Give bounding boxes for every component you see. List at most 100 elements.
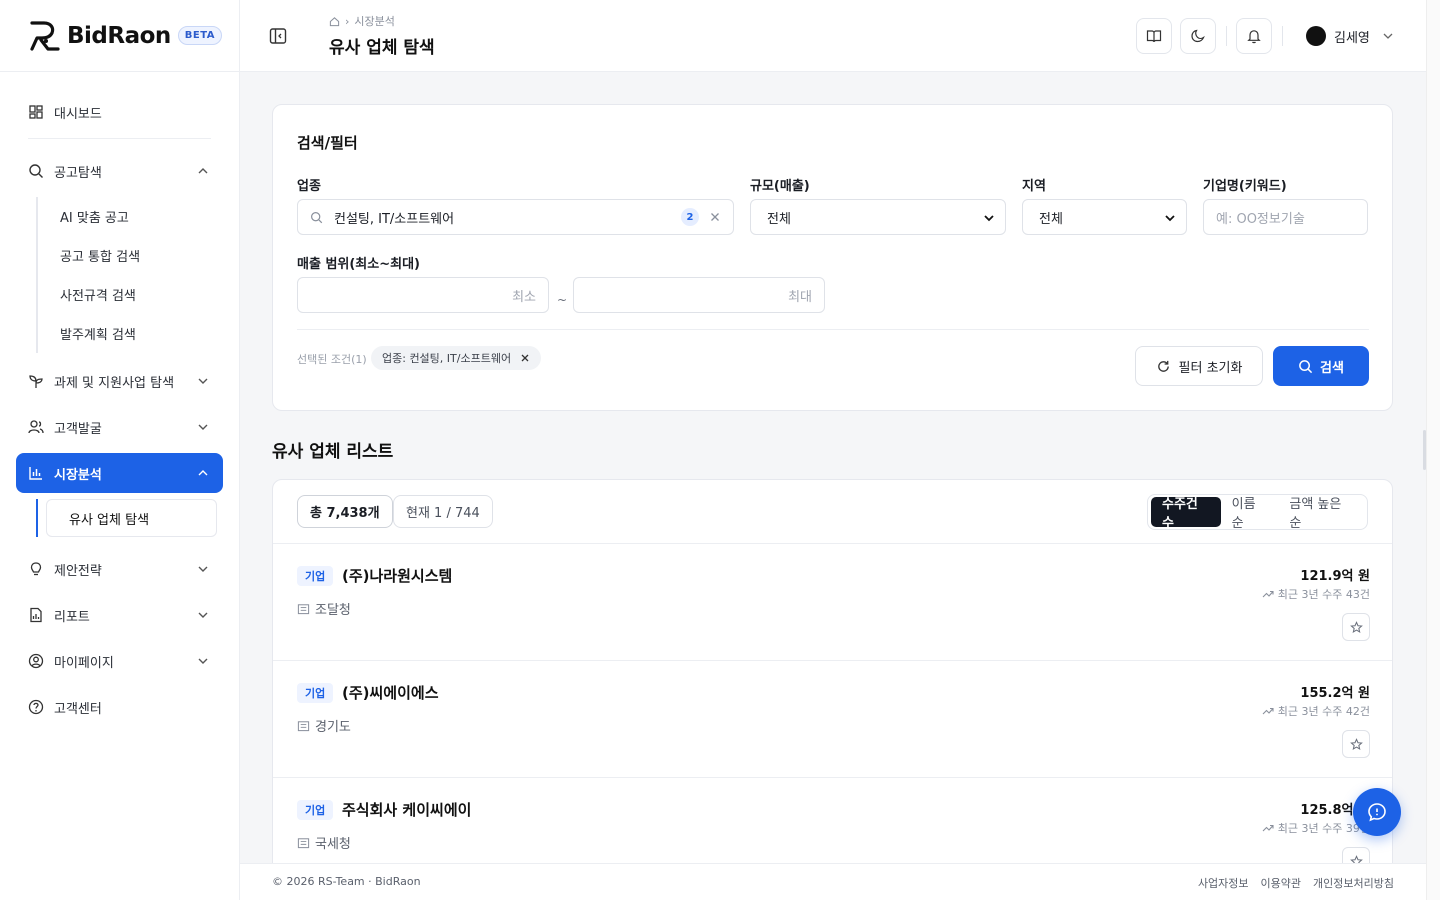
region-select[interactable]: 전체 <box>1022 199 1187 235</box>
agency-name: 조달청 <box>315 603 351 618</box>
agency-name: 국세청 <box>315 837 351 852</box>
company-amount: 155.2억 원 <box>1300 686 1370 701</box>
home-icon[interactable] <box>329 16 340 27</box>
max-revenue-input[interactable]: 최대 <box>573 277 825 313</box>
list-item[interactable]: 기업 (주)씨에이에스 경기도 155.2억 원 최근 3년 수주 42건 <box>273 661 1392 778</box>
region-value: 전체 <box>1039 211 1063 227</box>
sidebar-item-mypage[interactable]: 마이페이지 <box>0 641 239 681</box>
chevron-down-icon <box>198 566 208 572</box>
sidebar-toggle-icon[interactable] <box>268 26 288 46</box>
industry-count-badge: 2 <box>681 208 699 226</box>
chevron-down-icon <box>1165 215 1175 222</box>
scale-select[interactable]: 전체 <box>750 199 1006 235</box>
sidebar-item-proposal-strategy[interactable]: 제안전략 <box>0 549 239 589</box>
submenu-market-analysis: 유사 업체 탐색 <box>36 499 217 537</box>
close-icon[interactable] <box>520 353 530 363</box>
company-name[interactable]: (주)씨에이에스 <box>342 682 439 703</box>
sidebar-item-customers[interactable]: 고객발굴 <box>0 407 239 447</box>
user-menu[interactable]: 김세영 <box>1306 26 1394 46</box>
industry-value: 컨설팅, IT/소프트웨어 <box>334 211 455 227</box>
scrollbar-thumb[interactable] <box>1423 430 1426 470</box>
sidebar-item-label: 리포트 <box>54 609 90 625</box>
clear-icon[interactable] <box>709 211 721 223</box>
footer: © 2026 RS-Team · BidRaon 사업자정보 이용약관 개인정보… <box>240 863 1426 900</box>
region-label: 지역 <box>1022 179 1046 194</box>
sidebar-item-label: 고객센터 <box>54 701 102 717</box>
sort-by-orders[interactable]: 수주건수 <box>1151 497 1221 531</box>
sidebar-item-notice-search[interactable]: 공고탐색 <box>0 151 239 191</box>
favorite-button[interactable] <box>1342 613 1370 641</box>
notifications-button[interactable] <box>1236 18 1272 54</box>
sidebar-item-support[interactable]: 고객센터 <box>0 687 239 727</box>
company-type-tag: 기업 <box>297 800 334 820</box>
users-icon <box>28 420 44 434</box>
agency-name: 경기도 <box>315 720 351 735</box>
sidebar-item-label: 마이페이지 <box>54 655 114 671</box>
breadcrumb-item[interactable]: 시장분석 <box>354 13 394 29</box>
reset-label: 필터 초기화 <box>1178 360 1243 376</box>
sidebar-item-label: 공고탐색 <box>54 165 102 181</box>
recent-orders: 최근 3년 수주 43건 <box>1262 586 1370 602</box>
logo[interactable]: BidRaon BETA <box>0 0 239 72</box>
sidebar-subitem-pre-spec-search[interactable]: 사전규격 검색 <box>38 275 239 314</box>
sort-by-amount[interactable]: 금액 높은순 <box>1278 497 1364 531</box>
guide-button[interactable] <box>1136 18 1172 54</box>
sidebar-subitem-similar-companies[interactable]: 유사 업체 탐색 <box>46 499 217 537</box>
user-name: 김세영 <box>1334 30 1370 46</box>
sort-toggle: 수주건수 이름순 금액 높은순 <box>1147 494 1368 531</box>
sidebar-subitem-order-plan-search[interactable]: 발주계획 검색 <box>38 314 239 353</box>
favorite-button[interactable] <box>1342 730 1370 758</box>
company-name[interactable]: (주)나라원시스템 <box>342 565 452 586</box>
star-icon <box>1349 620 1363 633</box>
sidebar-item-market-analysis[interactable]: 시장분석 <box>16 453 223 493</box>
min-revenue-input[interactable]: 최소 <box>297 277 549 313</box>
sidebar-item-reports[interactable]: 리포트 <box>0 595 239 635</box>
sidebar-nav: 대시보드 공고탐색 AI 맞춤 공고 공고 통합 검색 사전규격 검색 발주계획… <box>0 72 239 727</box>
chat-button[interactable] <box>1353 788 1401 836</box>
range-label: 매출 범위(최소~최대) <box>297 257 420 272</box>
bar-chart-icon <box>29 467 42 480</box>
sprout-icon <box>29 375 43 388</box>
industry-field[interactable]: 컨설팅, IT/소프트웨어 2 <box>297 199 734 235</box>
brand-name: BidRaon <box>67 22 171 49</box>
min-placeholder: 최소 <box>512 289 536 305</box>
range-separator: ~ <box>557 293 568 307</box>
help-circle-icon <box>28 699 44 715</box>
page-title: 유사 업체 탐색 <box>329 38 435 58</box>
sidebar-item-projects[interactable]: 과제 및 지원사업 탐색 <box>0 361 239 401</box>
recent-orders: 최근 3년 수주 39건 <box>1262 820 1370 836</box>
sidebar-item-dashboard[interactable]: 대시보드 <box>0 92 239 132</box>
footer-links: 사업자정보 이용약관 개인정보처리방침 <box>1198 875 1394 891</box>
building-icon <box>297 838 310 849</box>
header-separator <box>1282 26 1283 46</box>
search-button[interactable]: 검색 <box>1273 346 1369 386</box>
selected-conditions-label: 선택된 조건(1) <box>297 353 367 366</box>
sidebar-subitem-ai-notice[interactable]: AI 맞춤 공고 <box>38 197 239 236</box>
theme-toggle-button[interactable] <box>1180 18 1216 54</box>
list-item[interactable]: 기업 (주)나라원시스템 조달청 121.9억 원 최근 3년 수주 43건 <box>273 544 1392 661</box>
footer-link-business-info[interactable]: 사업자정보 <box>1198 875 1249 891</box>
bidraon-logo-icon <box>30 20 60 51</box>
chat-bubble-icon <box>1368 803 1386 822</box>
footer-link-privacy[interactable]: 개인정보처리방침 <box>1313 875 1394 891</box>
condition-chip[interactable]: 업종: 컨설팅, IT/소프트웨어 <box>371 346 542 370</box>
company-name[interactable]: 주식회사 케이씨에이 <box>342 799 471 820</box>
company-type-tag: 기업 <box>297 566 334 586</box>
sidebar-subitem-integrated-search[interactable]: 공고 통합 검색 <box>38 236 239 275</box>
beta-badge: BETA <box>177 26 223 45</box>
sidebar-item-label: 시장분석 <box>54 467 102 483</box>
sidebar: BidRaon BETA 대시보드 공고탐색 AI 맞춤 공고 공고 통합 검색… <box>0 0 240 900</box>
page-scrollbar[interactable] <box>1426 0 1440 900</box>
company-type-tag: 기업 <box>297 683 334 703</box>
building-icon <box>297 721 310 732</box>
company-list-card: 총 7,438개 현재 1 / 744 수주건수 이름순 금액 높은순 기업 (… <box>272 479 1393 879</box>
footer-link-terms[interactable]: 이용약관 <box>1261 875 1301 891</box>
keyword-input[interactable]: 예: OO정보기술 <box>1203 199 1368 235</box>
sort-by-name[interactable]: 이름순 <box>1221 497 1279 531</box>
document-icon <box>30 607 42 623</box>
breadcrumb: › 시장분석 <box>329 13 395 29</box>
search-icon <box>29 164 43 178</box>
reset-filter-button[interactable]: 필터 초기화 <box>1135 346 1263 386</box>
trending-up-icon <box>1262 707 1274 715</box>
lightbulb-icon <box>30 562 42 576</box>
